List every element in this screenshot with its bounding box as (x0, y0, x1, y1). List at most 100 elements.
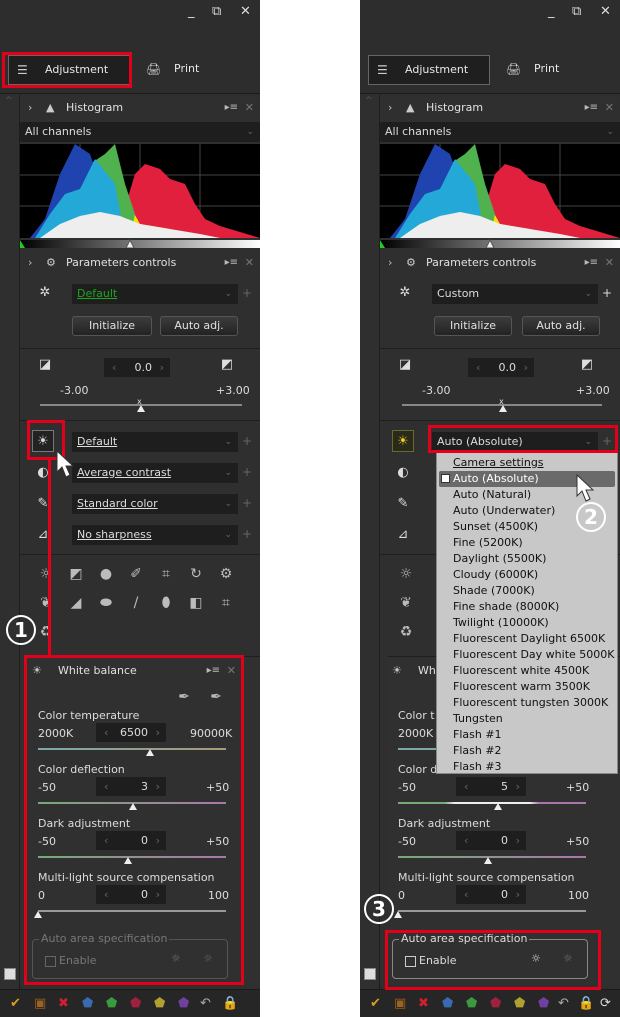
increment-icon[interactable]: › (524, 358, 528, 377)
add-preset-icon[interactable]: + (242, 286, 252, 300)
drop-tool-icon[interactable]: ❦ (36, 593, 56, 613)
contrast-select[interactable]: Average contrast ⌄ (72, 463, 238, 483)
minimize-button[interactable]: _ (188, 4, 195, 19)
copy-icon[interactable]: ▣ (394, 996, 406, 1011)
close-icon[interactable]: ✕ (605, 96, 614, 120)
brightness-tool-icon[interactable]: ☼ (36, 564, 56, 584)
chevron-right-icon[interactable]: › (28, 96, 32, 120)
copy-icon[interactable]: ▣ (34, 996, 46, 1011)
dropdown-item[interactable]: Flash #2 (453, 743, 502, 759)
multi-light-stepper[interactable]: ‹ 0 › (456, 885, 526, 904)
tone-curve-tool-icon[interactable]: ◩ (66, 564, 86, 584)
dropdown-item[interactable]: Shade (7000K) (453, 583, 535, 599)
restore-button[interactable]: ⧉ (572, 4, 581, 19)
scroll-up-icon[interactable]: ^ (365, 96, 373, 106)
exposure-auto-icon[interactable]: ◩ (216, 354, 238, 376)
exposure-stepper[interactable]: ‹ 0.0 › (104, 358, 170, 377)
frame-tool-icon[interactable]: ⌗ (156, 564, 176, 584)
dropdown-item[interactable]: Auto (Absolute) (453, 471, 539, 487)
close-button[interactable]: ✕ (600, 4, 611, 19)
decrement-icon[interactable]: ‹ (464, 831, 468, 850)
dropdown-item[interactable]: Fluorescent tungsten 3000K (453, 695, 608, 711)
bandage-tool-icon[interactable]: ⬮ (156, 593, 176, 613)
rotate-tool-icon[interactable]: ↻ (186, 564, 206, 584)
slider-thumb[interactable] (484, 857, 492, 864)
lock-icon[interactable]: 🔒 (222, 996, 238, 1011)
chevron-right-icon[interactable]: › (28, 251, 32, 275)
add-preset-icon[interactable]: + (602, 286, 612, 300)
add-icon[interactable]: + (242, 496, 252, 510)
channel-select[interactable]: All channels ⌄ (380, 122, 620, 142)
close-button[interactable]: ✕ (240, 4, 251, 19)
menu-icon[interactable]: ▸≡ (585, 251, 598, 275)
initialize-button[interactable]: Initialize (72, 316, 152, 336)
exposure-slider-thumb[interactable] (137, 405, 145, 412)
exposure-auto-icon[interactable]: ◩ (576, 354, 598, 376)
check-icon[interactable]: ✔ (370, 996, 381, 1011)
crop-tool-icon[interactable]: ⌗ (216, 593, 236, 613)
dark-adjustment-stepper[interactable]: ‹ 0 › (456, 831, 526, 850)
scroll-up-icon[interactable]: ^ (5, 96, 13, 106)
initialize-button[interactable]: Initialize (434, 316, 512, 336)
dropdown-item[interactable]: Auto (Underwater) (453, 503, 555, 519)
undo-icon[interactable]: ↶ (558, 996, 569, 1011)
palette-icon[interactable] (364, 968, 376, 980)
add-icon[interactable]: + (242, 527, 252, 541)
histogram-header[interactable]: › ▲ Histogram ▸≡ ✕ (20, 96, 260, 120)
menu-icon[interactable]: ▸≡ (225, 251, 238, 275)
undo-icon[interactable]: ↶ (200, 996, 211, 1011)
add-icon[interactable]: + (242, 465, 252, 479)
dropdown-item[interactable]: Flash #1 (453, 727, 502, 743)
shapes-tool-icon[interactable]: ◧ (186, 593, 206, 613)
dark-adjustment-slider[interactable] (398, 856, 586, 858)
settings-add-icon[interactable]: ⚙ (216, 564, 236, 584)
color-deflection-stepper[interactable]: ‹ 5 › (456, 777, 526, 796)
parameters-header[interactable]: › ⚙ Parameters controls ▸≡ ✕ (380, 251, 620, 275)
lock-icon[interactable]: 🔒 (578, 996, 594, 1011)
add-icon[interactable]: + (242, 434, 252, 448)
slider-thumb[interactable] (494, 803, 502, 810)
dropdown-item[interactable]: Fine (5200K) (453, 535, 523, 551)
tab-print[interactable]: 🖨 Print (498, 55, 588, 85)
decrement-icon[interactable]: ‹ (112, 358, 116, 377)
dropdown-item[interactable]: Fine shade (8000K) (453, 599, 559, 615)
label-purple-icon[interactable]: ⬟ (538, 996, 549, 1011)
label-blue-icon[interactable]: ⬟ (442, 996, 453, 1011)
exposure-icon[interactable]: ◪ (394, 354, 416, 376)
increment-icon[interactable]: › (516, 777, 520, 796)
color-tube-icon[interactable]: ✎ (392, 493, 414, 515)
minimize-button[interactable]: _ (548, 4, 555, 19)
histogram-header[interactable]: › ▲ Histogram ▸≡ ✕ (380, 96, 620, 120)
fish-tool-icon[interactable]: ⬬ (96, 593, 116, 613)
brightness-tool-icon[interactable]: ☼ (396, 564, 416, 584)
dropdown-item[interactable]: Camera settings (453, 455, 544, 471)
label-purple-icon[interactable]: ⬟ (178, 996, 189, 1011)
auto-adj-button[interactable]: Auto adj. (160, 316, 238, 336)
dropdown-item[interactable]: Cloudy (6000K) (453, 567, 538, 583)
label-red-icon[interactable]: ⬟ (130, 996, 141, 1011)
exposure-icon[interactable]: ◪ (34, 354, 56, 376)
recycle-tool-icon[interactable]: ♻ (36, 622, 56, 642)
label-red-icon[interactable]: ⬟ (490, 996, 501, 1011)
decrement-icon[interactable]: ‹ (464, 885, 468, 904)
wb-select[interactable]: Default ⌄ (72, 432, 238, 452)
dropdown-item[interactable]: Fluorescent warm 3500K (453, 679, 590, 695)
recycle-tool-icon[interactable]: ♻ (396, 622, 416, 642)
slider-thumb[interactable] (394, 911, 402, 918)
white-balance-icon[interactable]: ☀ (392, 430, 414, 452)
dropdown-item[interactable]: Fluorescent Daylight 6500K (453, 631, 605, 647)
sharpness-icon[interactable]: ⊿ (392, 524, 414, 546)
preset-select[interactable]: Custom ⌄ (432, 284, 598, 304)
dropdown-item[interactable]: Tungsten (453, 711, 503, 727)
contrast-icon[interactable]: ◐ (392, 462, 414, 484)
reject-icon[interactable]: ✖ (58, 996, 69, 1011)
retouch-tool-icon[interactable]: ✐ (126, 564, 146, 584)
gradient-tool-icon[interactable]: ◢ (66, 593, 86, 613)
close-icon[interactable]: ✕ (605, 251, 614, 275)
dropdown-item[interactable]: Fluorescent white 4500K (453, 663, 589, 679)
dropdown-item[interactable]: Twilight (10000K) (453, 615, 549, 631)
close-icon[interactable]: ✕ (245, 96, 254, 120)
label-yellow-icon[interactable]: ⬟ (514, 996, 525, 1011)
drop-tool-icon[interactable]: ❦ (396, 593, 416, 613)
color-select[interactable]: Standard color ⌄ (72, 494, 238, 514)
